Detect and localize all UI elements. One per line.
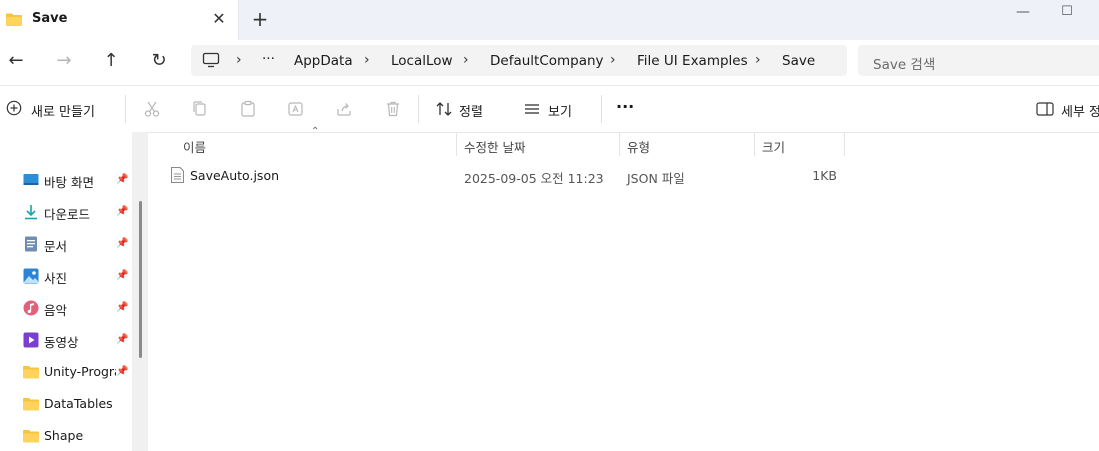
download-icon: [25, 205, 37, 220]
sidebar-scrollbar[interactable]: [139, 201, 142, 358]
rename-icon[interactable]: [286, 99, 306, 119]
video-icon: [23, 332, 39, 348]
search-placeholder[interactable]: Save 검색: [873, 53, 935, 73]
sort-icon[interactable]: [434, 99, 454, 119]
delete-icon[interactable]: [383, 99, 403, 119]
sidebar-item-label: Shape: [44, 428, 84, 443]
music-icon: [23, 300, 39, 316]
details-button[interactable]: 세부 정: [1061, 101, 1099, 120]
folder-icon: [23, 366, 39, 379]
breadcrumb-overflow[interactable]: ···: [262, 51, 275, 67]
column-divider[interactable]: [844, 132, 845, 156]
sidebar-item-label: DataTables: [44, 396, 113, 411]
folder-icon: [6, 13, 22, 26]
breadcrumb-save[interactable]: Save: [782, 53, 815, 69]
file-name[interactable]: SaveAuto.json: [190, 168, 279, 183]
minimize-button[interactable]: —: [1010, 4, 1036, 20]
plus-circle-icon[interactable]: [6, 100, 22, 116]
breadcrumb-separator[interactable]: ›: [463, 52, 469, 68]
sidebar-item-label: 바탕 화면: [44, 175, 94, 190]
computer-icon[interactable]: [202, 52, 220, 68]
pictures-icon: [23, 268, 39, 284]
breadcrumb-separator[interactable]: ›: [364, 52, 370, 68]
breadcrumb-separator[interactable]: ›: [236, 52, 242, 68]
sidebar-item-label: 사진: [44, 271, 68, 286]
column-header-name[interactable]: 이름: [183, 137, 206, 156]
view-button[interactable]: 보기: [548, 101, 572, 120]
pin-icon[interactable]: 📌: [116, 270, 128, 281]
file-type: JSON 파일: [627, 171, 685, 186]
pin-icon[interactable]: 📌: [116, 174, 128, 185]
folder-icon: [23, 398, 39, 411]
forward-button[interactable]: →: [49, 49, 79, 73]
desktop-icon: [23, 174, 39, 185]
pin-icon[interactable]: 📌: [116, 206, 128, 217]
document-icon: [25, 236, 37, 252]
column-divider[interactable]: [456, 132, 457, 156]
tab-title: Save: [32, 11, 68, 26]
folder-icon: [23, 430, 39, 443]
details-pane-icon[interactable]: [1036, 101, 1054, 117]
breadcrumb-separator[interactable]: ›: [755, 52, 761, 68]
column-divider[interactable]: [619, 132, 620, 156]
column-divider[interactable]: [754, 132, 755, 156]
sort-button[interactable]: 정렬: [459, 101, 483, 120]
column-header-size[interactable]: 크기: [762, 137, 785, 156]
paste-icon[interactable]: [238, 99, 258, 119]
sidebar-item-label: 다운로드: [44, 207, 91, 222]
pin-icon[interactable]: 📌: [116, 366, 128, 377]
back-button[interactable]: ←: [1, 49, 31, 73]
column-header-type[interactable]: 유형: [627, 137, 650, 156]
view-icon[interactable]: [522, 99, 542, 119]
more-options-icon[interactable]: ···: [616, 97, 634, 116]
new-tab-button[interactable]: +: [250, 7, 270, 31]
sidebar-item-label: 동영상: [44, 335, 79, 350]
copy-icon[interactable]: [190, 99, 210, 119]
pin-icon[interactable]: 📌: [116, 302, 128, 313]
new-button[interactable]: 새로 만들기: [31, 101, 95, 120]
column-header-modified[interactable]: 수정한 날짜: [464, 137, 525, 156]
cut-icon[interactable]: [142, 99, 162, 119]
file-size: 1KB: [812, 168, 837, 183]
share-icon[interactable]: [334, 99, 354, 119]
sidebar-item-label: Unity-Program: [44, 364, 116, 379]
tab-close-icon[interactable]: ✕: [209, 8, 229, 30]
maximize-button[interactable]: ☐: [1054, 4, 1080, 20]
divider: [601, 95, 602, 123]
sidebar-item-label: 문서: [44, 239, 68, 254]
up-button[interactable]: ↑: [96, 49, 126, 73]
divider: [418, 95, 419, 123]
file-icon: [171, 167, 184, 183]
sidebar-item-label: 음악: [44, 303, 68, 318]
breadcrumb-separator[interactable]: ›: [610, 52, 616, 68]
divider: [125, 95, 126, 123]
pin-icon[interactable]: 📌: [116, 334, 128, 345]
breadcrumb-defaultcompany[interactable]: DefaultCompany: [490, 53, 604, 69]
breadcrumb-locallow[interactable]: LocalLow: [391, 53, 453, 69]
breadcrumb-file-ui-examples[interactable]: File UI Examples: [637, 53, 748, 69]
pin-icon[interactable]: 📌: [116, 238, 128, 249]
sort-ascending-icon: ⌃: [311, 126, 320, 137]
breadcrumb-appdata[interactable]: AppData: [294, 53, 353, 69]
refresh-button[interactable]: ↻: [144, 49, 174, 73]
file-modified: 2025-09-05 오전 11:23: [464, 171, 604, 186]
